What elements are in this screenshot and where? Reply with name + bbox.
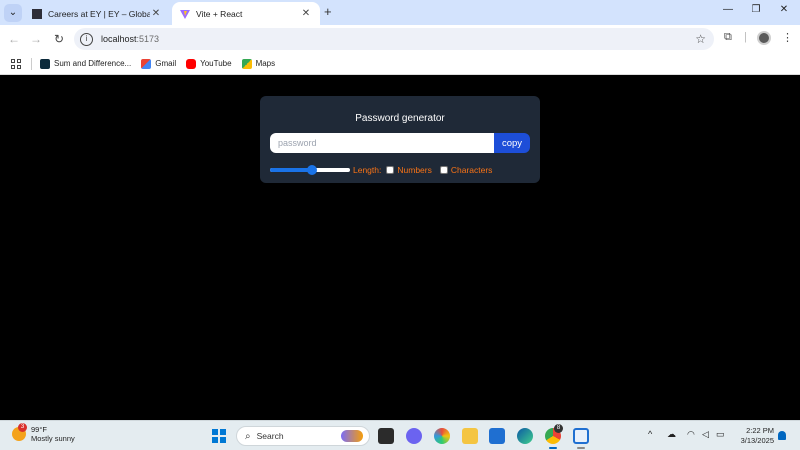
- task-view-icon[interactable]: [378, 428, 394, 444]
- tab-strip: ⌄ Careers at EY | EY – Global | EY ✕ Vit…: [0, 0, 800, 25]
- edge-icon[interactable]: [517, 428, 533, 444]
- file-explorer-icon[interactable]: [462, 428, 478, 444]
- apps-grid-icon[interactable]: [11, 58, 21, 69]
- back-icon[interactable]: ←: [6, 31, 22, 47]
- page-viewport: Password generator copy Length: Numbers …: [0, 76, 800, 420]
- password-input[interactable]: [270, 133, 494, 153]
- youtube-icon: [186, 58, 197, 69]
- search-label: Search: [256, 431, 284, 441]
- tab-vite-react[interactable]: Vite + React ✕: [172, 2, 320, 25]
- reload-icon[interactable]: ↻: [51, 31, 67, 47]
- windows-taskbar: 3 99°F Mostly sunny ⌕ Search 8 ^ ☁ ◠ ◁ ▭…: [0, 420, 800, 450]
- characters-label: Characters: [450, 165, 493, 175]
- close-icon[interactable]: ✕: [300, 8, 312, 19]
- profile-avatar[interactable]: [757, 31, 771, 45]
- start-icon[interactable]: [212, 429, 226, 443]
- weather-condition: Mostly sunny: [31, 434, 75, 443]
- numbers-label: Numbers: [397, 165, 432, 175]
- store-icon[interactable]: [489, 428, 505, 444]
- close-icon[interactable]: ✕: [150, 8, 162, 19]
- open-app-indicator: [577, 447, 585, 449]
- length-label: Length:: [353, 165, 382, 175]
- minimize-icon[interactable]: —: [718, 4, 738, 15]
- toolbar-divider: |: [744, 31, 747, 43]
- bookmark-maps[interactable]: Maps: [241, 58, 276, 69]
- bookmark-label: Maps: [255, 59, 276, 68]
- clock-time: 2:22 PM: [746, 426, 774, 435]
- onedrive-icon[interactable]: ☁: [667, 429, 676, 440]
- window-close-icon[interactable]: ✕: [774, 4, 794, 15]
- teams-chat-icon[interactable]: [406, 428, 422, 444]
- notification-bell-icon[interactable]: [778, 431, 786, 440]
- chrome-badge: 8: [554, 424, 563, 433]
- characters-checkbox[interactable]: [439, 166, 448, 174]
- options-row: Length: Numbers Characters: [270, 163, 492, 177]
- bookmarks-divider: [31, 57, 32, 70]
- extensions-icon[interactable]: ⧉: [724, 31, 732, 44]
- menu-icon[interactable]: ⋮: [782, 31, 793, 44]
- bookmark-label: YouTube: [200, 59, 232, 68]
- length-slider[interactable]: [270, 163, 350, 177]
- bookmark-star-icon[interactable]: ☆: [695, 32, 706, 46]
- gmail-icon: [141, 58, 152, 69]
- bookmark-favicon-icon: [40, 58, 50, 69]
- page-title: Password generator: [355, 113, 445, 124]
- copy-button[interactable]: copy: [494, 133, 530, 153]
- show-hidden-icons-icon[interactable]: ^: [648, 429, 652, 439]
- restore-icon[interactable]: ❐: [746, 4, 766, 15]
- forward-icon[interactable]: →: [28, 31, 44, 47]
- weather-temp: 99°F: [31, 425, 47, 434]
- numbers-checkbox[interactable]: [386, 166, 395, 174]
- url-port: :5173: [136, 34, 160, 44]
- weather-widget[interactable]: 3 99°F Mostly sunny: [12, 423, 75, 443]
- slider-thumb[interactable]: [306, 165, 317, 175]
- password-generator-card: Password generator copy Length: Numbers …: [260, 96, 540, 183]
- tab-title: Careers at EY | EY – Global | EY: [48, 8, 150, 19]
- url-host: localhost: [101, 34, 137, 44]
- system-clock[interactable]: 2:22 PM 3/13/2025: [736, 426, 774, 446]
- bookmark-gmail[interactable]: Gmail: [141, 58, 177, 69]
- volume-icon[interactable]: ◁: [702, 429, 709, 440]
- slider-fill: [270, 168, 312, 172]
- site-info-icon[interactable]: i: [80, 32, 93, 46]
- bookmark-sum-and-difference[interactable]: Sum and Difference...: [40, 58, 132, 69]
- tab-search-icon[interactable]: ⌄: [4, 4, 22, 22]
- notes-app-icon[interactable]: [573, 428, 589, 444]
- weather-badge: 3: [18, 423, 27, 432]
- taskbar-search[interactable]: ⌕ Search: [236, 426, 370, 446]
- maps-icon: [241, 58, 252, 69]
- wifi-icon[interactable]: ◠: [687, 429, 695, 440]
- bookmark-label: Gmail: [155, 59, 177, 68]
- copilot-icon[interactable]: [434, 428, 450, 444]
- tab-ey-careers[interactable]: Careers at EY | EY – Global | EY ✕: [24, 2, 170, 25]
- address-bar[interactable]: i localhost :5173 ☆: [74, 28, 714, 50]
- tab-title: Vite + React: [196, 8, 243, 19]
- browser-toolbar: ← → ↻ i localhost :5173 ☆ ⧉ | ⋮: [0, 25, 800, 53]
- bookmarks-bar: Sum and Difference... Gmail YouTube Maps: [0, 53, 800, 75]
- search-highlight-icon: [341, 430, 363, 442]
- ey-favicon-icon: [32, 8, 42, 19]
- search-icon: ⌕: [245, 430, 251, 442]
- active-app-indicator: [549, 447, 557, 449]
- bookmark-youtube[interactable]: YouTube: [186, 58, 232, 69]
- battery-icon[interactable]: ▭: [716, 429, 725, 440]
- sun-icon: 3: [12, 423, 27, 441]
- clock-date: 3/13/2025: [740, 436, 774, 445]
- new-tab-icon[interactable]: +: [324, 4, 332, 19]
- chrome-icon[interactable]: 8: [545, 424, 563, 444]
- bookmark-label: Sum and Difference...: [54, 59, 132, 68]
- vite-favicon-icon: [180, 9, 190, 19]
